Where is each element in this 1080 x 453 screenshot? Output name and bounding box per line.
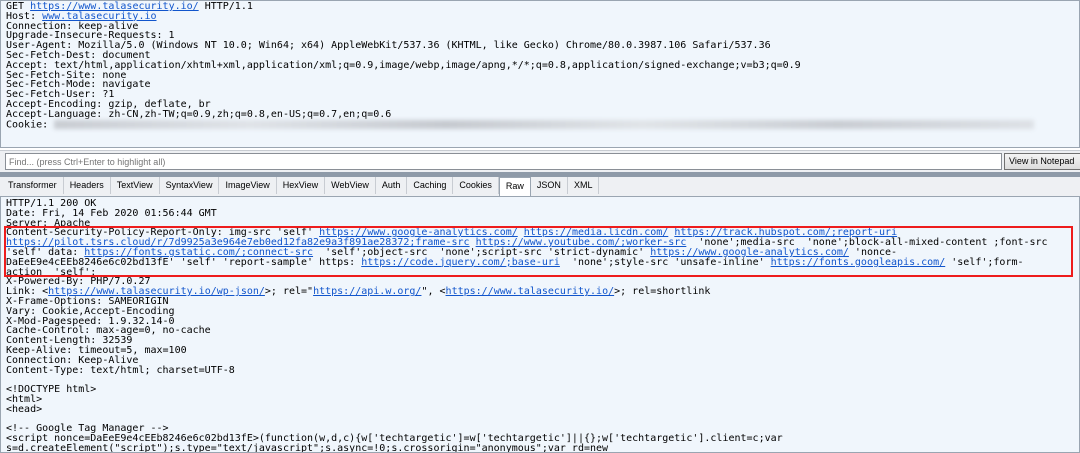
- response-line: Keep-Alive: timeout=5, max=100: [6, 345, 1079, 356]
- tab-headers[interactable]: Headers: [64, 177, 111, 194]
- request-line: Accept: text/html,application/xhtml+xml,…: [6, 60, 1079, 71]
- response-line: Date: Fri, 14 Feb 2020 01:56:44 GMT: [6, 208, 1079, 219]
- find-bar: View in Notepad: [0, 150, 1080, 172]
- response-line: <head>: [6, 403, 1079, 415]
- response-line: <!DOCTYPE html>: [6, 385, 1079, 395]
- text: HTTP/1.1: [198, 1, 253, 12]
- tab-imageview[interactable]: ImageView: [219, 177, 277, 194]
- tab-textview[interactable]: TextView: [111, 177, 160, 194]
- tab-xml[interactable]: XML: [568, 177, 600, 194]
- response-line: Cache-Control: max-age=0, no-cache: [6, 326, 1079, 336]
- view-in-notepad-button[interactable]: View in Notepad: [1004, 153, 1080, 170]
- link[interactable]: https://code.jquery.com/;base-uri: [361, 257, 560, 268]
- link[interactable]: https://fonts.googleapis.com/: [771, 257, 946, 268]
- link[interactable]: https://www.talasecurity.io/: [446, 286, 615, 297]
- text: <head>: [6, 403, 43, 415]
- request-raw-view[interactable]: GET https://www.talasecurity.io/ HTTP/1.…: [0, 0, 1080, 148]
- redacted-cookie-value: [54, 119, 1035, 129]
- response-raw-view[interactable]: HTTP/1.1 200 OK Date: Fri, 14 Feb 2020 01…: [0, 196, 1080, 453]
- text: Accept-Language: zh-CN,zh-TW;q=0.9,zh;q=…: [6, 108, 392, 120]
- text: Cookie:: [6, 119, 55, 131]
- text: ", <: [421, 286, 446, 298]
- response-line: DaEeE9e4cEEb8246e6c02bd13fE' 'self' 'rep…: [6, 256, 1079, 268]
- response-line: Content-Type: text/html; charset=UTF-8: [6, 364, 1079, 376]
- request-line: User-Agent: Mozilla/5.0 (Windows NT 10.0…: [6, 41, 1079, 51]
- request-line: GET https://www.talasecurity.io/ HTTP/1.…: [6, 2, 1079, 12]
- response-line: action 'self';: [6, 267, 1079, 278]
- text: 'self';form-: [945, 256, 1024, 268]
- tab-raw[interactable]: Raw: [498, 177, 531, 196]
- response-line: <html>: [6, 394, 1079, 405]
- tab-caching[interactable]: Caching: [407, 177, 454, 194]
- request-line: Accept-Language: zh-CN,zh-TW;q=0.9,zh;q=…: [6, 108, 1079, 120]
- text: >; rel=shortlink: [614, 286, 711, 298]
- response-line: s=d.createElement("script");s.type="text…: [6, 442, 1079, 453]
- response-tabs: Transformer Headers TextView SyntaxView Imag…: [0, 177, 1080, 196]
- find-input[interactable]: [5, 153, 1002, 170]
- text: 'none';style-src 'unsafe-inline': [559, 256, 771, 268]
- text: >; rel=": [264, 286, 314, 298]
- link[interactable]: https://api.w.org/: [313, 286, 421, 297]
- response-line: [6, 375, 1079, 385]
- tab-transformer[interactable]: Transformer: [2, 177, 64, 194]
- tab-auth[interactable]: Auth: [376, 177, 408, 194]
- tab-webview[interactable]: WebView: [325, 177, 376, 194]
- request-line: Host: www.talasecurity.io: [6, 11, 1079, 22]
- tab-syntaxview[interactable]: SyntaxView: [160, 177, 220, 194]
- request-line: Sec-Fetch-Site: none: [6, 70, 1079, 81]
- text: s=d.createElement("script");s.type="text…: [6, 442, 609, 453]
- text: Content-Type: text/html; charset=UTF-8: [6, 364, 235, 376]
- request-line: Sec-Fetch-Mode: navigate: [6, 80, 1079, 90]
- tab-hexview[interactable]: HexView: [277, 177, 326, 194]
- tab-cookies[interactable]: Cookies: [453, 177, 499, 194]
- tab-json[interactable]: JSON: [531, 177, 568, 194]
- request-line: Cookie:: [6, 119, 1079, 131]
